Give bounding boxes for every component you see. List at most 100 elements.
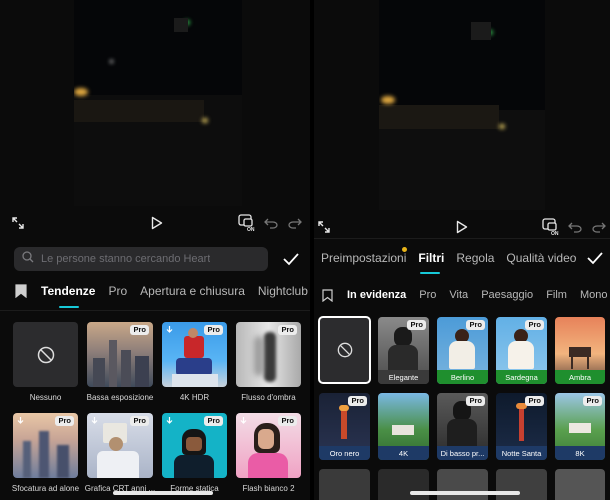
effect-tile-4k-hdr[interactable]: Pro <box>162 322 227 387</box>
filter-tile-ambra[interactable]: Ambra <box>555 317 605 384</box>
filter-tile-di-basso-profilo[interactable]: Pro Di basso pr... <box>437 393 488 460</box>
filter-label: 8K <box>555 446 605 460</box>
effect-label: Bassa esposizione <box>86 393 154 402</box>
video-preview[interactable] <box>379 0 545 210</box>
filter-tile[interactable] <box>496 469 547 500</box>
svg-text:ON: ON <box>551 231 559 236</box>
pro-badge: Pro <box>278 325 297 335</box>
redo-icon[interactable] <box>286 211 304 235</box>
fullscreen-expand-icon[interactable] <box>314 215 334 239</box>
bookmark-icon[interactable] <box>322 288 333 302</box>
filter-tile[interactable] <box>555 469 605 500</box>
effects-panel: ON Le persone stanno cercando Heart Tend… <box>0 0 310 500</box>
no-effect-icon <box>37 346 54 363</box>
effect-tile-sfocatura-ad-alone[interactable]: Pro <box>13 413 78 478</box>
pro-badge: Pro <box>55 416 74 426</box>
pro-badge: Pro <box>130 416 149 426</box>
effect-label: Sfocatura ad alone <box>11 484 80 493</box>
svg-text:ON: ON <box>247 227 255 232</box>
undo-icon[interactable] <box>566 215 584 239</box>
tab-tendenze[interactable]: Tendenze <box>41 284 95 298</box>
pro-badge: Pro <box>204 416 223 426</box>
subtab-in-evidenza[interactable]: In evidenza <box>347 289 406 301</box>
pro-badge: Pro <box>466 396 485 406</box>
confirm-checkmark-icon[interactable] <box>585 248 605 268</box>
filter-label: Ambra <box>555 370 605 384</box>
home-indicator <box>113 491 213 495</box>
play-icon[interactable] <box>452 215 472 239</box>
filter-tile[interactable] <box>319 469 370 500</box>
effect-tile-none[interactable] <box>13 322 78 387</box>
effect-label: Nessuno <box>29 393 62 402</box>
filter-label: Notte Santa <box>496 446 547 460</box>
fullscreen-expand-icon[interactable] <box>8 211 28 235</box>
active-tab-indicator <box>59 306 79 308</box>
download-icon <box>166 326 173 333</box>
filter-tile[interactable] <box>437 469 488 500</box>
caption-on-icon[interactable]: ON <box>541 215 563 239</box>
filter-sub-tabs: In evidenza Pro Vita Paesaggio Film Mono <box>314 288 610 302</box>
download-icon <box>17 417 24 424</box>
tab-nightclub[interactable]: Nightclub <box>258 284 308 298</box>
filter-tile-elegante[interactable]: Pro Elegante <box>378 317 429 384</box>
pro-badge: Pro <box>278 416 297 426</box>
notification-dot <box>402 247 407 252</box>
pro-badge: Pro <box>466 320 485 330</box>
bookmark-icon[interactable] <box>15 284 27 298</box>
tab-regola[interactable]: Regola <box>456 251 494 265</box>
subtab-mono[interactable]: Mono <box>580 289 608 301</box>
subtab-pro[interactable]: Pro <box>419 289 436 301</box>
filter-tile-8k[interactable]: Pro 8K <box>555 393 605 460</box>
filter-tile-oro-nero[interactable]: Pro Oro nero <box>319 393 370 460</box>
undo-icon[interactable] <box>262 211 280 235</box>
pro-badge: Pro <box>525 396 544 406</box>
home-indicator <box>410 491 520 495</box>
tab-qualita-video[interactable]: Qualità video <box>506 251 576 265</box>
effect-tile-flash-bianco-2[interactable]: Pro <box>236 413 301 478</box>
tab-preimpostazioni[interactable]: Preimpostazioni <box>321 251 406 265</box>
effect-tile-flusso-ombra[interactable]: Pro <box>236 322 301 387</box>
effect-category-tabs: Tendenze Pro Apertura e chiusura Nightcl… <box>0 284 310 298</box>
confirm-checkmark-icon[interactable] <box>281 249 301 269</box>
effect-tile-bassa-esposizione[interactable]: Pro <box>87 322 153 387</box>
filter-label: Oro nero <box>319 446 370 460</box>
filter-label: Elegante <box>378 370 429 384</box>
divider <box>0 310 310 311</box>
pro-badge: Pro <box>407 320 426 330</box>
filter-main-tabs: Preimpostazioni Filtri Regola Qualità vi… <box>314 251 576 265</box>
download-icon <box>166 417 173 424</box>
filter-tile-none[interactable] <box>318 316 371 384</box>
filter-tile-4k[interactable]: 4K <box>378 393 429 460</box>
divider <box>314 238 610 239</box>
filter-tile-berlino[interactable]: Pro Berlino <box>437 317 488 384</box>
download-icon <box>91 417 98 424</box>
subtab-film[interactable]: Film <box>546 289 567 301</box>
video-preview[interactable] <box>74 0 242 206</box>
filter-tile-sardegna[interactable]: Pro Sardegna <box>496 317 547 384</box>
filter-label: Berlino <box>437 370 488 384</box>
download-icon <box>240 417 247 424</box>
no-effect-icon <box>337 342 352 358</box>
filter-tile[interactable] <box>378 469 429 500</box>
redo-icon[interactable] <box>590 215 608 239</box>
effect-tile-grafica-crt[interactable]: Pro <box>87 413 153 478</box>
effect-search-input[interactable]: Le persone stanno cercando Heart <box>14 247 268 271</box>
tab-pro[interactable]: Pro <box>108 284 127 298</box>
caption-on-icon[interactable]: ON <box>237 211 259 235</box>
pro-badge: Pro <box>204 325 223 335</box>
search-placeholder: Le persone stanno cercando Heart <box>41 253 211 265</box>
filter-label: Di basso pr... <box>437 446 488 460</box>
effect-label: Flash bianco 2 <box>242 484 295 493</box>
tab-filtri[interactable]: Filtri <box>418 251 444 265</box>
active-tab-indicator <box>420 272 440 274</box>
tab-apertura-e-chiusura[interactable]: Apertura e chiusura <box>140 284 245 298</box>
subtab-paesaggio[interactable]: Paesaggio <box>481 289 533 301</box>
play-icon[interactable] <box>147 211 167 235</box>
effect-label: 4K HDR <box>179 393 210 402</box>
subtab-vita[interactable]: Vita <box>449 289 468 301</box>
filter-label: 4K <box>378 446 429 460</box>
filter-tile-notte-santa[interactable]: Pro Notte Santa <box>496 393 547 460</box>
pro-badge: Pro <box>525 320 544 330</box>
effect-tile-forme-statica[interactable]: Pro <box>162 413 227 478</box>
effect-label: Flusso d'ombra <box>241 393 296 402</box>
